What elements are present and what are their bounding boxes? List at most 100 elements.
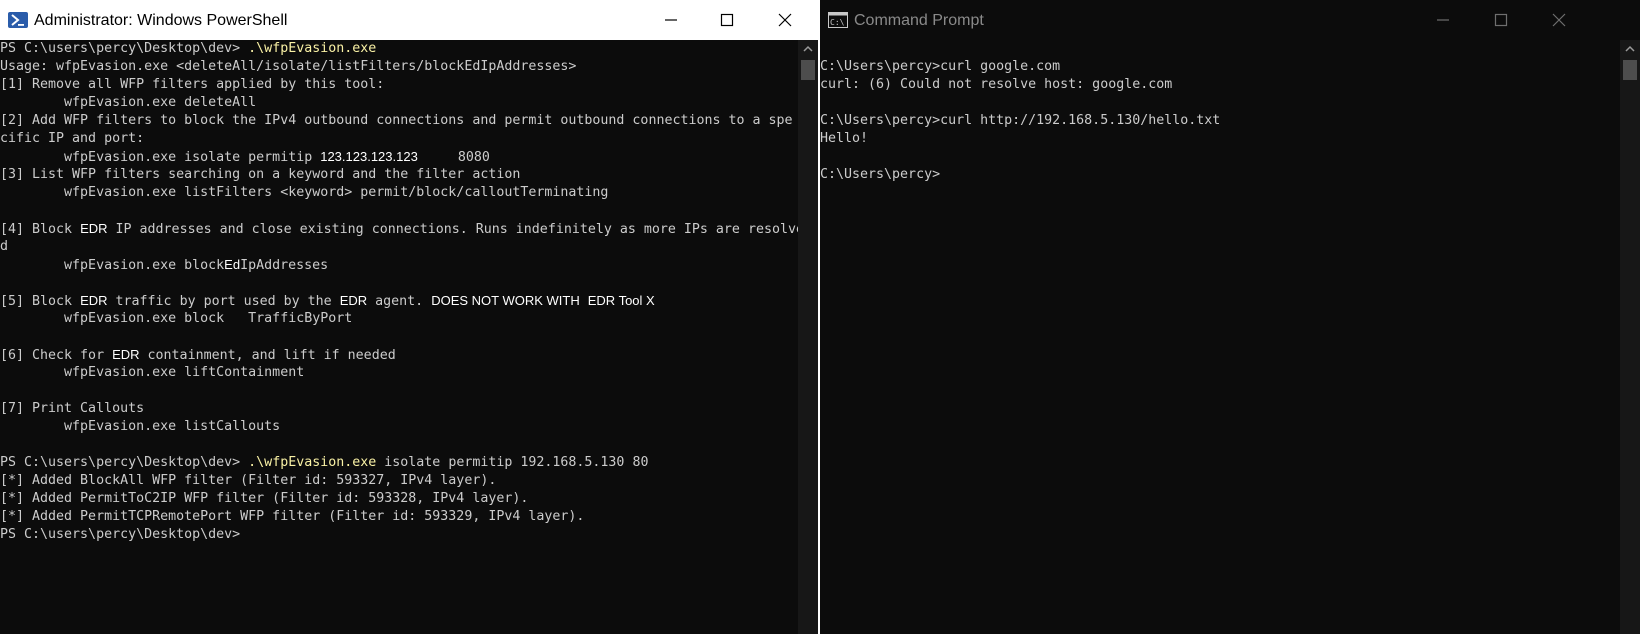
console-text: [3] List WFP filters searching on a keyw… — [0, 167, 521, 182]
console-text: C:\Users\percy>curl http://192.168.5.130… — [820, 113, 1221, 128]
close-button[interactable] — [756, 0, 814, 40]
scroll-up-arrow[interactable] — [798, 40, 818, 58]
console-text: PS C:\users\percy\Desktop\dev> — [0, 455, 249, 470]
console-text: wfpEvasion.exe listFilters <keyword> per… — [0, 185, 609, 200]
console-line: wfpEvasion.exe blockEdIpAddresses — [0, 256, 798, 274]
console-line: PS C:\users\percy\Desktop\dev> .\wfpEvas… — [0, 454, 798, 472]
console-text: EDR — [80, 293, 108, 308]
console-text: C:\Users\percy>curl google.com — [820, 59, 1061, 74]
minimize-button[interactable] — [1414, 0, 1472, 40]
console-text: DOES NOT WORK WITH — [431, 293, 580, 308]
powershell-title: Administrator: Windows PowerShell — [34, 12, 288, 29]
console-line: wfpEvasion.exe liftContainment — [0, 364, 798, 382]
command-prompt-console-output[interactable]: C:\Users\percy>curl google.com curl: (6) … — [820, 40, 1618, 184]
console-text: wfpEvasion.exe listCallouts — [0, 419, 281, 434]
console-text: .\wfpEvasion.exe — [248, 455, 377, 470]
svg-text:C:\: C:\ — [830, 18, 845, 27]
console-line: d — [0, 238, 798, 256]
console-text: Ed — [224, 257, 241, 272]
console-line: wfpEvasion.exe listCallouts — [0, 418, 798, 436]
console-text: [*] Added PermitTCPRemotePort WFP filter… — [0, 509, 585, 524]
command-prompt-titlebar[interactable]: C:\ Command Prompt — [820, 0, 1640, 40]
scroll-up-arrow[interactable] — [1620, 40, 1640, 58]
console-text: [*] Added PermitToC2IP WFP filter (Filte… — [0, 491, 529, 506]
command-prompt-scrollbar[interactable] — [1620, 40, 1640, 634]
powershell-scrollbar[interactable] — [798, 40, 818, 634]
console-text: wfpEvasion.exe block — [0, 258, 225, 273]
console-text: PS C:\users\percy\Desktop\dev> — [0, 527, 241, 542]
console-line: C:\Users\percy> — [820, 166, 1618, 184]
console-line: Hello! — [820, 130, 1618, 148]
console-line: wfpEvasion.exe deleteAll — [0, 94, 798, 112]
close-icon — [1552, 13, 1566, 27]
console-text: curl: (6) Could not resolve host: google… — [820, 77, 1173, 92]
console-line: C:\Users\percy>curl google.com — [820, 58, 1618, 76]
powershell-titlebar[interactable]: Administrator: Windows PowerShell — [0, 0, 818, 40]
console-line: curl: (6) Could not resolve host: google… — [820, 76, 1618, 94]
powershell-console-output[interactable]: PS C:\users\percy\Desktop\dev> .\wfpEvas… — [0, 40, 804, 544]
console-line: Usage: wfpEvasion.exe <deleteAll/isolate… — [0, 58, 798, 76]
console-text: IpAddresses — [240, 258, 329, 273]
scrollbar-thumb[interactable] — [801, 60, 815, 80]
console-line: C:\Users\percy>curl http://192.168.5.130… — [820, 112, 1618, 130]
console-line: [*] Added PermitToC2IP WFP filter (Filte… — [0, 490, 798, 508]
chevron-up-icon — [1625, 45, 1635, 52]
console-line: [1] Remove all WFP filters applied by th… — [0, 76, 798, 94]
maximize-button[interactable] — [1472, 0, 1530, 40]
console-text: [6] Check for — [0, 348, 113, 363]
console-text: Usage: wfpEvasion.exe <deleteAll/isolate… — [0, 59, 577, 74]
powershell-window[interactable]: Administrator: Windows PowerShell PS C:\… — [0, 0, 818, 634]
console-text: wfpEvasion.exe liftContainment — [0, 365, 305, 380]
console-text: agent. — [367, 294, 432, 309]
console-line: [4] Block EDR IP addresses and close exi… — [0, 220, 804, 238]
console-text: IP addresses and close existing connecti… — [107, 222, 804, 237]
console-text: [5] Block — [0, 294, 81, 309]
console-text: Hello! — [820, 131, 869, 146]
console-line: cific IP and port: — [0, 130, 798, 148]
maximize-icon — [1494, 13, 1508, 27]
console-text: EDR — [80, 221, 108, 236]
console-line: [3] List WFP filters searching on a keyw… — [0, 166, 798, 184]
console-text: containment, and lift if needed — [139, 348, 396, 363]
maximize-button[interactable] — [698, 0, 756, 40]
console-text: 123.123.123.123 — [320, 149, 418, 164]
console-text: EDR Tool X — [587, 293, 655, 308]
close-button[interactable] — [1530, 0, 1588, 40]
command-prompt-window[interactable]: C:\ Command Prompt C:\Users\percy>curl g… — [820, 0, 1640, 634]
console-text: EDR — [339, 293, 368, 308]
console-line: [*] Added BlockAll WFP filter (Filter id… — [0, 472, 798, 490]
minimize-icon — [665, 19, 677, 21]
minimize-button[interactable] — [642, 0, 700, 40]
scrollbar-thumb[interactable] — [1623, 60, 1637, 80]
console-line: [7] Print Callouts — [0, 400, 798, 418]
cmd-icon: C:\ — [828, 12, 848, 28]
console-text: [4] Block — [0, 222, 81, 237]
console-line: wfpEvasion.exe block TrafficByPort — [0, 310, 798, 328]
console-line: PS C:\users\percy\Desktop\dev> .\wfpEvas… — [0, 40, 798, 58]
console-line: [5] Block EDR traffic by port used by th… — [0, 292, 798, 310]
console-text: .\wfpEvasion.exe — [248, 41, 377, 56]
console-text: C:\Users\percy> — [820, 167, 941, 182]
console-line: PS C:\users\percy\Desktop\dev> — [0, 526, 798, 544]
maximize-icon — [720, 13, 734, 27]
console-line: [*] Added PermitTCPRemotePort WFP filter… — [0, 508, 798, 526]
console-text: [*] Added BlockAll WFP filter (Filter id… — [0, 473, 497, 488]
console-text: isolate permitip 192.168.5.130 80 — [376, 455, 649, 470]
console-text: [7] Print Callouts — [0, 401, 145, 416]
console-line: [2] Add WFP filters to block the IPv4 ou… — [0, 112, 798, 130]
console-line: [6] Check for EDR containment, and lift … — [0, 346, 798, 364]
command-prompt-title: Command Prompt — [854, 12, 984, 29]
console-text: EDR — [112, 347, 140, 362]
console-text: wfpEvasion.exe block TrafficByPort — [0, 311, 353, 326]
console-text: [1] Remove all WFP filters applied by th… — [0, 77, 385, 92]
chevron-up-icon — [803, 45, 813, 52]
console-text: d — [0, 239, 9, 254]
powershell-icon — [8, 12, 28, 28]
